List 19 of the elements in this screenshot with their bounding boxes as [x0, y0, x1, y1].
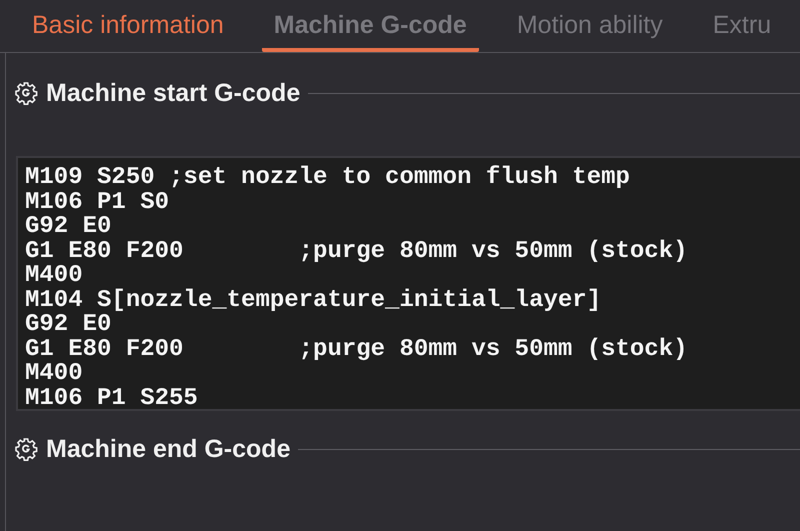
tab[interactable]: Machine G-code	[262, 11, 479, 52]
code-line: M106 P1 S0	[25, 190, 170, 215]
code-line: M106 P1 S255	[25, 386, 198, 409]
section-title: Machine start G-code	[46, 78, 300, 108]
tab[interactable]: Extru	[700, 11, 784, 52]
tab[interactable]: Basic information	[20, 11, 236, 52]
code-line: G1 E80 F200 ;purge 80mm vs 50mm (stock)	[25, 240, 688, 264]
code-line: M400	[25, 264, 83, 288]
tab[interactable]: Motion ability	[504, 11, 675, 52]
section-title: Machine end G-code	[46, 434, 290, 464]
gear-icon	[14, 437, 38, 461]
code-line: M104 S[nozzle_temperature_initial_layer]	[25, 288, 602, 313]
code-line: M400	[25, 362, 83, 386]
code-line: G92 E0	[25, 215, 112, 240]
gear-icon	[14, 81, 38, 105]
code-line: G1 E80 F200 ;purge 80mm vs 50mm (stock)	[25, 338, 688, 362]
code-editor[interactable]	[16, 156, 800, 411]
code-line: M109 S250 ;set nozzle to common flush temp	[25, 166, 630, 190]
code-line: G92 E0	[25, 313, 112, 338]
